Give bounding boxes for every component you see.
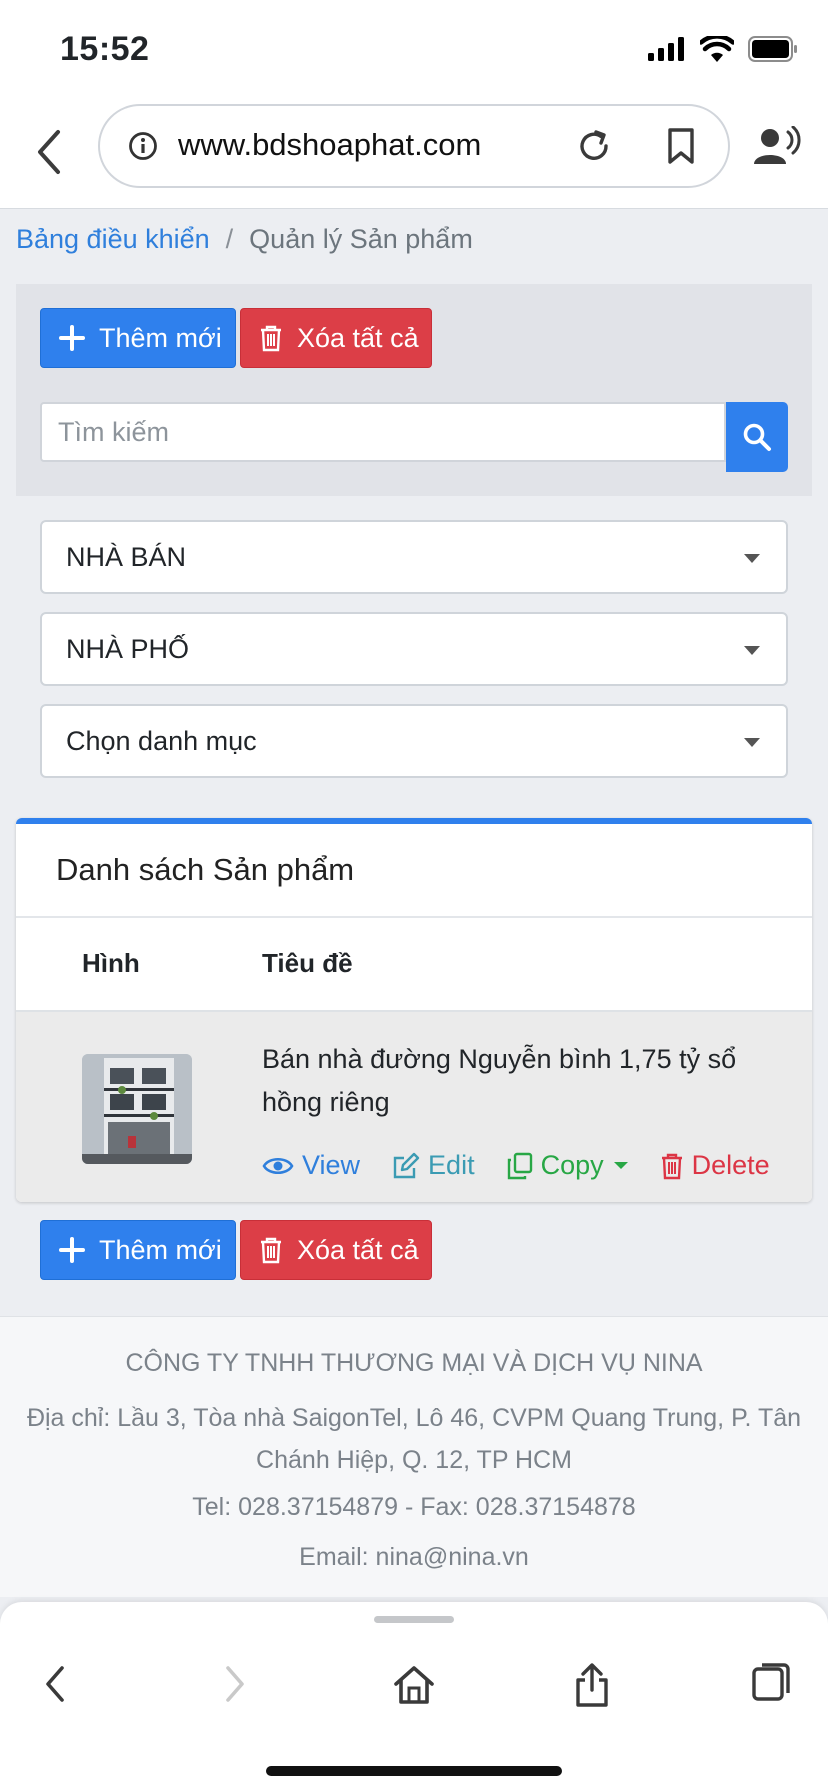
page-footer: CÔNG TY TNHH THƯƠNG MẠI VÀ DỊCH VỤ NINA … bbox=[0, 1316, 828, 1597]
info-icon[interactable] bbox=[128, 131, 158, 161]
tabs-icon[interactable] bbox=[750, 1662, 792, 1704]
trash-icon bbox=[261, 325, 281, 352]
copy-label: Copy bbox=[540, 1150, 604, 1180]
chevron-down-icon bbox=[744, 738, 760, 747]
category-level2-select[interactable]: NHÀ PHỐ bbox=[40, 612, 788, 686]
copy-icon bbox=[507, 1152, 532, 1179]
category-level3-select[interactable]: Chọn danh mục bbox=[40, 704, 788, 778]
card-divider bbox=[16, 916, 812, 918]
footer-company: CÔNG TY TNHH THƯƠNG MẠI VÀ DỊCH VỤ NINA bbox=[125, 1349, 703, 1377]
chevron-down-icon bbox=[744, 646, 760, 655]
category-level1-value: NHÀ BÁN bbox=[66, 541, 187, 572]
delete-label: Delete bbox=[691, 1150, 770, 1180]
search-input[interactable]: Tìm kiếm bbox=[40, 402, 726, 462]
delete-link[interactable]: Delete bbox=[660, 1150, 770, 1181]
column-header-image: Hình bbox=[82, 948, 140, 978]
view-link[interactable]: View bbox=[262, 1150, 360, 1181]
plus-icon bbox=[59, 1237, 85, 1263]
delete-all-button-bottom[interactable]: Xóa tất cả bbox=[240, 1220, 432, 1280]
footer-email: Email: nina@nina.vn bbox=[299, 1543, 529, 1571]
edit-label: Edit bbox=[428, 1150, 475, 1180]
category-level2-value: NHÀ PHỐ bbox=[66, 633, 190, 664]
breadcrumb-home-link[interactable]: Bảng điều khiển bbox=[16, 224, 210, 254]
drag-handle[interactable] bbox=[374, 1616, 454, 1623]
delete-all-label: Xóa tất cả bbox=[297, 1234, 419, 1265]
breadcrumb: Bảng điều khiển / Quản lý Sản phẩm bbox=[16, 224, 473, 255]
table-row: Bán nhà đường Nguyễn bình 1,75 tỷ sổ hồn… bbox=[16, 1010, 812, 1202]
browser-address-bar: www.bdshoaphat.com bbox=[0, 96, 828, 209]
copy-dropdown[interactable]: Copy bbox=[507, 1150, 628, 1181]
eye-icon bbox=[262, 1157, 294, 1174]
plus-icon bbox=[59, 325, 85, 351]
share-icon[interactable] bbox=[572, 1662, 612, 1708]
add-new-label: Thêm mới bbox=[99, 1234, 222, 1265]
footer-phone: Tel: 028.37154879 - Fax: 028.37154878 bbox=[192, 1493, 636, 1521]
column-header-title: Tiêu đề bbox=[262, 948, 353, 978]
card-title: Danh sách Sản phẩm bbox=[56, 852, 355, 887]
search-placeholder: Tìm kiếm bbox=[58, 416, 169, 447]
search-icon bbox=[743, 423, 771, 451]
category-level3-value: Chọn danh mục bbox=[66, 725, 257, 756]
bookmark-icon[interactable] bbox=[664, 126, 698, 166]
house-photo bbox=[82, 1054, 192, 1164]
category-level1-select[interactable]: NHÀ BÁN bbox=[40, 520, 788, 594]
url-field[interactable]: www.bdshoaphat.com bbox=[98, 104, 730, 188]
home-icon[interactable] bbox=[392, 1662, 436, 1706]
wifi-icon bbox=[700, 36, 734, 62]
nav-forward-icon[interactable] bbox=[220, 1662, 250, 1706]
product-list-card: Danh sách Sản phẩm Hình Tiêu đề Bán nhà … bbox=[16, 818, 812, 1202]
chevron-down-icon bbox=[744, 554, 760, 563]
back-icon[interactable] bbox=[30, 124, 70, 180]
breadcrumb-separator: / bbox=[225, 224, 234, 254]
row-actions: View Edit Copy Delete bbox=[262, 1150, 770, 1181]
nav-back-icon[interactable] bbox=[40, 1662, 70, 1706]
browser-bottom-toolbar bbox=[0, 1602, 828, 1792]
add-new-label: Thêm mới bbox=[99, 322, 222, 353]
product-title: Bán nhà đường Nguyễn bình 1,75 tỷ sổ hồn… bbox=[262, 1044, 737, 1117]
status-icons bbox=[648, 34, 798, 64]
footer-address: Địa chỉ: Lầu 3, Tòa nhà SaigonTel, Lô 46… bbox=[26, 1404, 802, 1474]
caret-down-icon bbox=[613, 1162, 628, 1169]
add-new-button-bottom[interactable]: Thêm mới bbox=[40, 1220, 236, 1280]
battery-icon bbox=[748, 36, 797, 62]
trash-icon bbox=[261, 1237, 281, 1264]
home-indicator bbox=[266, 1766, 562, 1776]
signal-icon bbox=[648, 37, 684, 61]
trash-icon bbox=[661, 1153, 682, 1179]
speaker-icon[interactable] bbox=[752, 126, 802, 168]
add-new-button[interactable]: Thêm mới bbox=[40, 308, 236, 368]
edit-icon bbox=[393, 1152, 420, 1178]
reload-icon[interactable] bbox=[574, 126, 614, 166]
breadcrumb-current: Quản lý Sản phẩm bbox=[249, 224, 473, 254]
search-button[interactable] bbox=[726, 402, 788, 472]
url-text: www.bdshoaphat.com bbox=[178, 127, 482, 162]
view-label: View bbox=[302, 1150, 361, 1180]
edit-link[interactable]: Edit bbox=[392, 1150, 475, 1181]
toolbar-panel: Thêm mới Xóa tất cả Tìm kiếm bbox=[16, 284, 812, 496]
status-time: 15:52 bbox=[60, 30, 150, 68]
product-thumbnail[interactable] bbox=[82, 1054, 192, 1164]
delete-all-label: Xóa tất cả bbox=[297, 322, 419, 353]
status-bar: 15:52 bbox=[0, 0, 828, 96]
delete-all-button[interactable]: Xóa tất cả bbox=[240, 308, 432, 368]
